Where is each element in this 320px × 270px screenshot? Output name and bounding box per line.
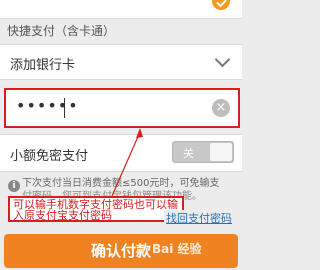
- find-password-link[interactable]: 找回支付密码: [164, 210, 234, 226]
- watermark-logo: Bai 经验: [152, 242, 202, 256]
- annotation-arrow: [111, 128, 143, 197]
- annotation-line-2: 入原支付宝支付密码: [13, 209, 112, 222]
- annotation-box: 可以输手机数字支付密码也可以输 入原支付宝支付密码: [8, 196, 184, 222]
- confirm-payment-button[interactable]: 确认付款: [4, 234, 238, 268]
